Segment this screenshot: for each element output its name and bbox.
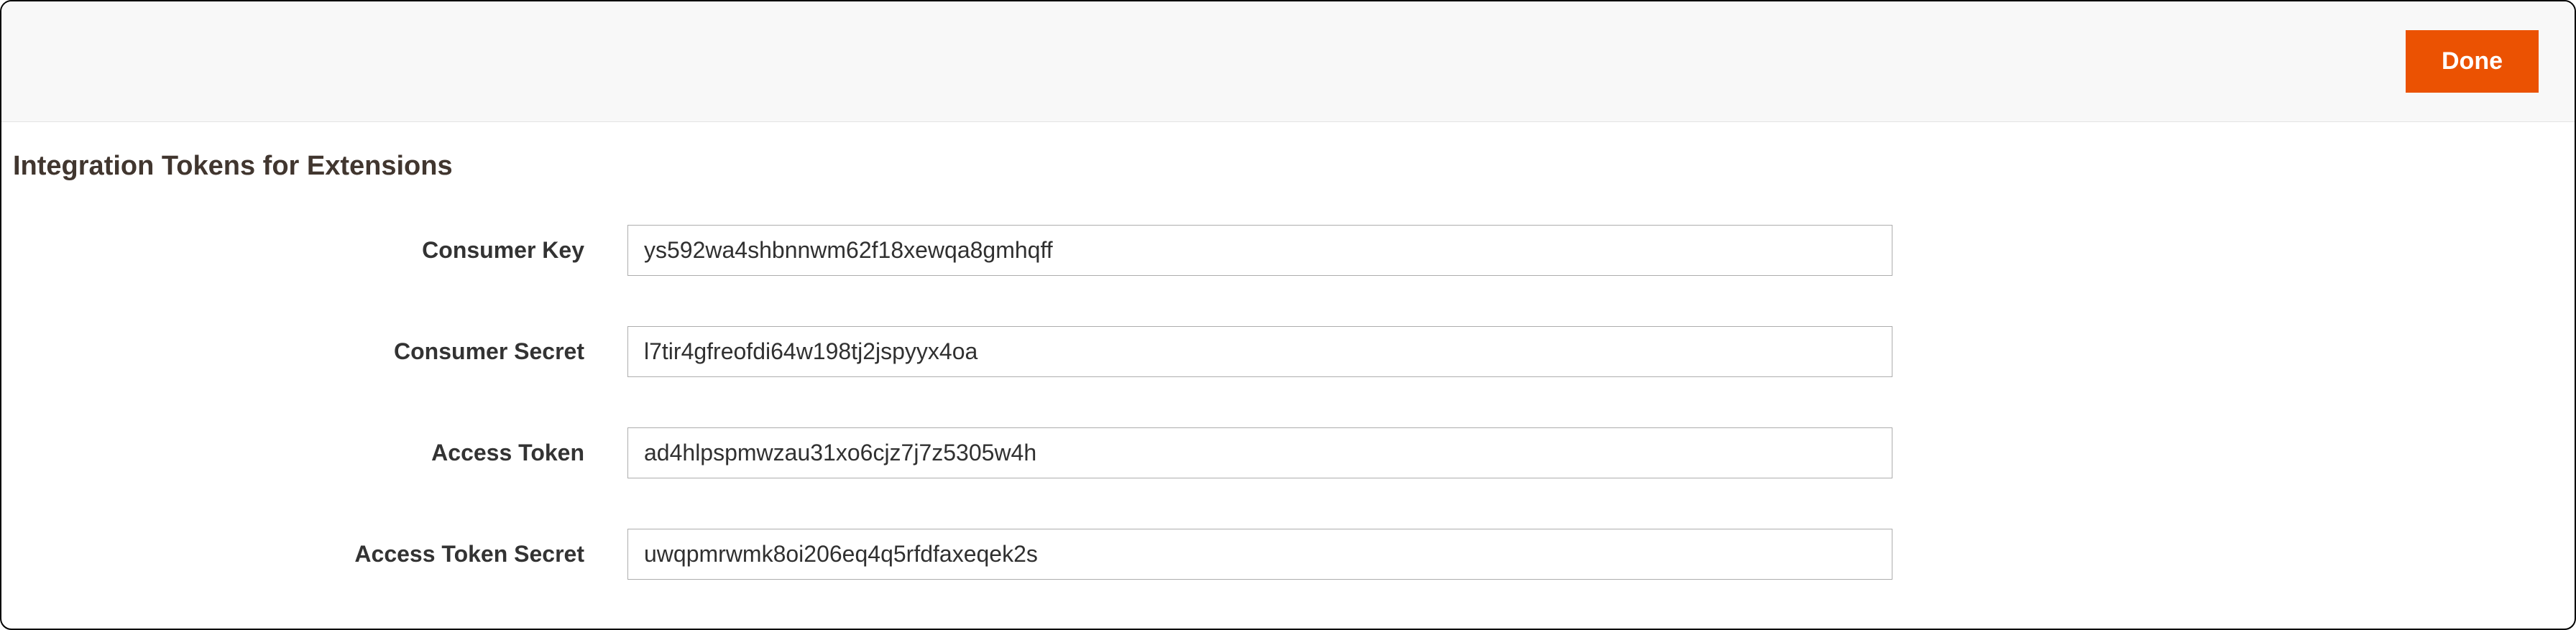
integration-tokens-modal: Done Integration Tokens for Extensions C…: [0, 0, 2576, 630]
consumer-key-input[interactable]: [627, 225, 1892, 276]
access-token-secret-input[interactable]: [627, 529, 1892, 580]
form-row-access-token: Access Token: [13, 427, 2575, 478]
consumer-secret-input[interactable]: [627, 326, 1892, 377]
modal-body: Integration Tokens for Extensions Consum…: [1, 122, 2575, 580]
done-button[interactable]: Done: [2406, 30, 2539, 93]
form-row-consumer-key: Consumer Key: [13, 225, 2575, 276]
form-row-access-token-secret: Access Token Secret: [13, 529, 2575, 580]
consumer-key-label: Consumer Key: [13, 237, 627, 264]
access-token-input[interactable]: [627, 427, 1892, 478]
consumer-secret-label: Consumer Secret: [13, 338, 627, 365]
modal-header: Done: [1, 1, 2575, 122]
access-token-secret-label: Access Token Secret: [13, 541, 627, 568]
access-token-label: Access Token: [13, 440, 627, 466]
section-title: Integration Tokens for Extensions: [13, 151, 2575, 182]
form-row-consumer-secret: Consumer Secret: [13, 326, 2575, 377]
